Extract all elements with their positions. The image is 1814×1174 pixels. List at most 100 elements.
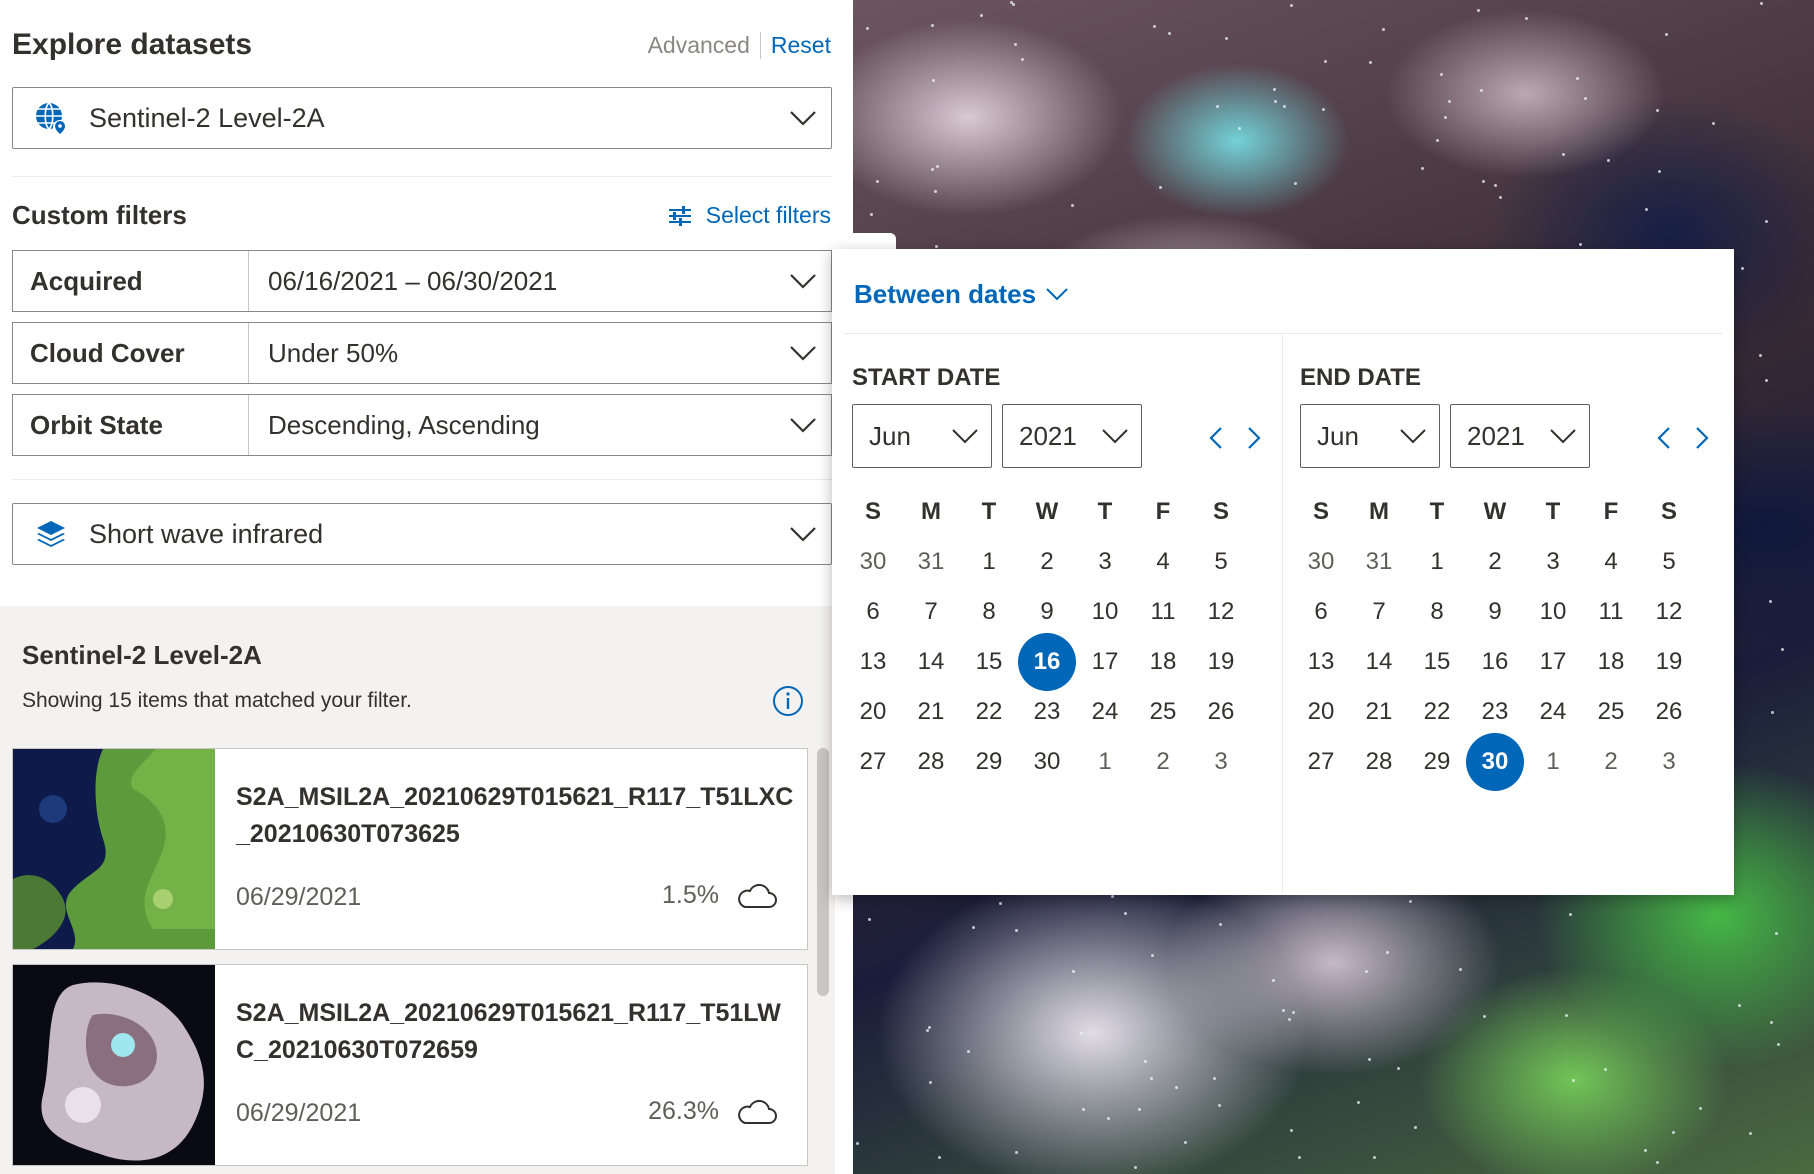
day-cell[interactable]: 1 <box>1408 537 1466 587</box>
prev-month-icon[interactable] <box>1654 426 1674 450</box>
day-cell[interactable]: 2 <box>1466 537 1524 587</box>
results-scrollbar[interactable] <box>817 748 829 996</box>
day-cell[interactable]: 14 <box>902 637 960 687</box>
day-cell[interactable]: 10 <box>1524 587 1582 637</box>
day-cell[interactable]: 19 <box>1192 637 1250 687</box>
start-year-select[interactable]: 2021 <box>1002 404 1142 468</box>
day-cell[interactable]: 17 <box>1076 637 1134 687</box>
day-cell[interactable]: 1 <box>1524 737 1582 787</box>
day-cell[interactable]: 26 <box>1192 687 1250 737</box>
day-cell[interactable]: 31 <box>902 537 960 587</box>
map-cloud-speck <box>1290 4 1293 7</box>
day-cell[interactable]: 9 <box>1466 587 1524 637</box>
map-cloud-speck <box>1480 89 1483 92</box>
day-cell[interactable]: 15 <box>960 637 1018 687</box>
day-cell[interactable]: 15 <box>1408 637 1466 687</box>
day-cell[interactable]: 27 <box>844 737 902 787</box>
day-cell[interactable]: 3 <box>1192 737 1250 787</box>
day-cell[interactable]: 5 <box>1192 537 1250 587</box>
day-cell[interactable]: 30 <box>844 537 902 587</box>
day-cell[interactable]: 23 <box>1466 687 1524 737</box>
day-cell[interactable]: 7 <box>1350 587 1408 637</box>
day-cell[interactable]: 11 <box>1582 587 1640 637</box>
day-cell[interactable]: 16 <box>1466 637 1524 687</box>
day-cell[interactable]: 4 <box>1582 537 1640 587</box>
map-cloud-speck <box>1562 153 1565 156</box>
end-year-select[interactable]: 2021 <box>1450 404 1590 468</box>
day-cell[interactable]: 19 <box>1640 637 1698 687</box>
day-cell[interactable]: 30 <box>1466 733 1524 791</box>
day-cell[interactable]: 11 <box>1134 587 1192 637</box>
filter-row-acquired[interactable]: Acquired 06/16/2021 – 06/30/2021 <box>12 250 832 312</box>
day-cell[interactable]: 12 <box>1192 587 1250 637</box>
result-card[interactable]: S2A_MSIL2A_20210629T015621_R117_T51LXC_2… <box>12 748 808 950</box>
day-cell[interactable]: 14 <box>1350 637 1408 687</box>
day-cell[interactable]: 3 <box>1640 737 1698 787</box>
day-cell[interactable]: 23 <box>1018 687 1076 737</box>
day-cell[interactable]: 9 <box>1018 587 1076 637</box>
next-month-icon[interactable] <box>1244 426 1264 450</box>
day-cell[interactable]: 16 <box>1018 633 1076 691</box>
day-cell[interactable]: 6 <box>1292 587 1350 637</box>
day-cell[interactable]: 24 <box>1076 687 1134 737</box>
day-cell[interactable]: 29 <box>1408 737 1466 787</box>
day-cell[interactable]: 7 <box>902 587 960 637</box>
dataset-dropdown[interactable]: Sentinel-2 Level-2A <box>12 87 832 149</box>
day-cell[interactable]: 24 <box>1524 687 1582 737</box>
day-cell[interactable]: 2 <box>1582 737 1640 787</box>
day-cell[interactable]: 13 <box>1292 637 1350 687</box>
day-cell[interactable]: 27 <box>1292 737 1350 787</box>
day-cell[interactable]: 22 <box>1408 687 1466 737</box>
prev-month-icon[interactable] <box>1206 426 1226 450</box>
day-cell[interactable]: 20 <box>1292 687 1350 737</box>
day-cell[interactable]: 1 <box>1076 737 1134 787</box>
day-cell[interactable]: 25 <box>1582 687 1640 737</box>
day-cell[interactable]: 20 <box>844 687 902 737</box>
day-cell[interactable]: 8 <box>1408 587 1466 637</box>
day-cell[interactable]: 10 <box>1076 587 1134 637</box>
day-cell[interactable]: 26 <box>1640 687 1698 737</box>
date-mode-dropdown[interactable]: Between dates <box>854 279 1068 310</box>
end-month-value: Jun <box>1317 420 1359 451</box>
select-filters-button[interactable]: Select filters <box>668 202 831 229</box>
info-icon[interactable] <box>772 685 804 717</box>
reset-link[interactable]: Reset <box>761 32 831 59</box>
day-cell[interactable]: 12 <box>1640 587 1698 637</box>
day-cell[interactable]: 18 <box>1134 637 1192 687</box>
day-cell[interactable]: 8 <box>960 587 1018 637</box>
map-cloud-speck <box>1219 923 1222 926</box>
day-cell[interactable]: 3 <box>1524 537 1582 587</box>
day-cell[interactable]: 18 <box>1582 637 1640 687</box>
day-cell[interactable]: 28 <box>902 737 960 787</box>
day-cell[interactable]: 6 <box>844 587 902 637</box>
filter-row-orbit-state[interactable]: Orbit State Descending, Ascending <box>12 394 832 456</box>
weekday-label: S <box>1212 498 1229 525</box>
day-cell[interactable]: 29 <box>960 737 1018 787</box>
week-row: 30 31 1 2 3 4 5 <box>844 537 1250 587</box>
day-cell[interactable]: 22 <box>960 687 1018 737</box>
day-cell[interactable]: 1 <box>960 537 1018 587</box>
day-cell[interactable]: 31 <box>1350 537 1408 587</box>
day-cell[interactable]: 21 <box>1350 687 1408 737</box>
advanced-link[interactable]: Advanced <box>648 32 761 59</box>
filter-row-cloud-cover[interactable]: Cloud Cover Under 50% <box>12 322 832 384</box>
day-cell[interactable]: 2 <box>1134 737 1192 787</box>
day-cell[interactable]: 25 <box>1134 687 1192 737</box>
day-cell[interactable]: 2 <box>1018 537 1076 587</box>
day-cell[interactable]: 28 <box>1350 737 1408 787</box>
end-month-select[interactable]: Jun <box>1300 404 1440 468</box>
weekday-header-row: SMTWTFS <box>844 487 1250 537</box>
start-month-select[interactable]: Jun <box>852 404 992 468</box>
next-month-icon[interactable] <box>1692 426 1712 450</box>
explore-panel: Explore datasets Advanced Reset Sentinel… <box>0 0 835 1174</box>
render-dropdown[interactable]: Short wave infrared <box>12 503 832 565</box>
day-cell[interactable]: 21 <box>902 687 960 737</box>
day-cell[interactable]: 13 <box>844 637 902 687</box>
day-cell[interactable]: 30 <box>1018 737 1076 787</box>
day-cell[interactable]: 4 <box>1134 537 1192 587</box>
day-cell[interactable]: 17 <box>1524 637 1582 687</box>
day-cell[interactable]: 30 <box>1292 537 1350 587</box>
day-cell[interactable]: 5 <box>1640 537 1698 587</box>
day-cell[interactable]: 3 <box>1076 537 1134 587</box>
result-card[interactable]: S2A_MSIL2A_20210629T015621_R117_T51LWC_2… <box>12 964 808 1166</box>
